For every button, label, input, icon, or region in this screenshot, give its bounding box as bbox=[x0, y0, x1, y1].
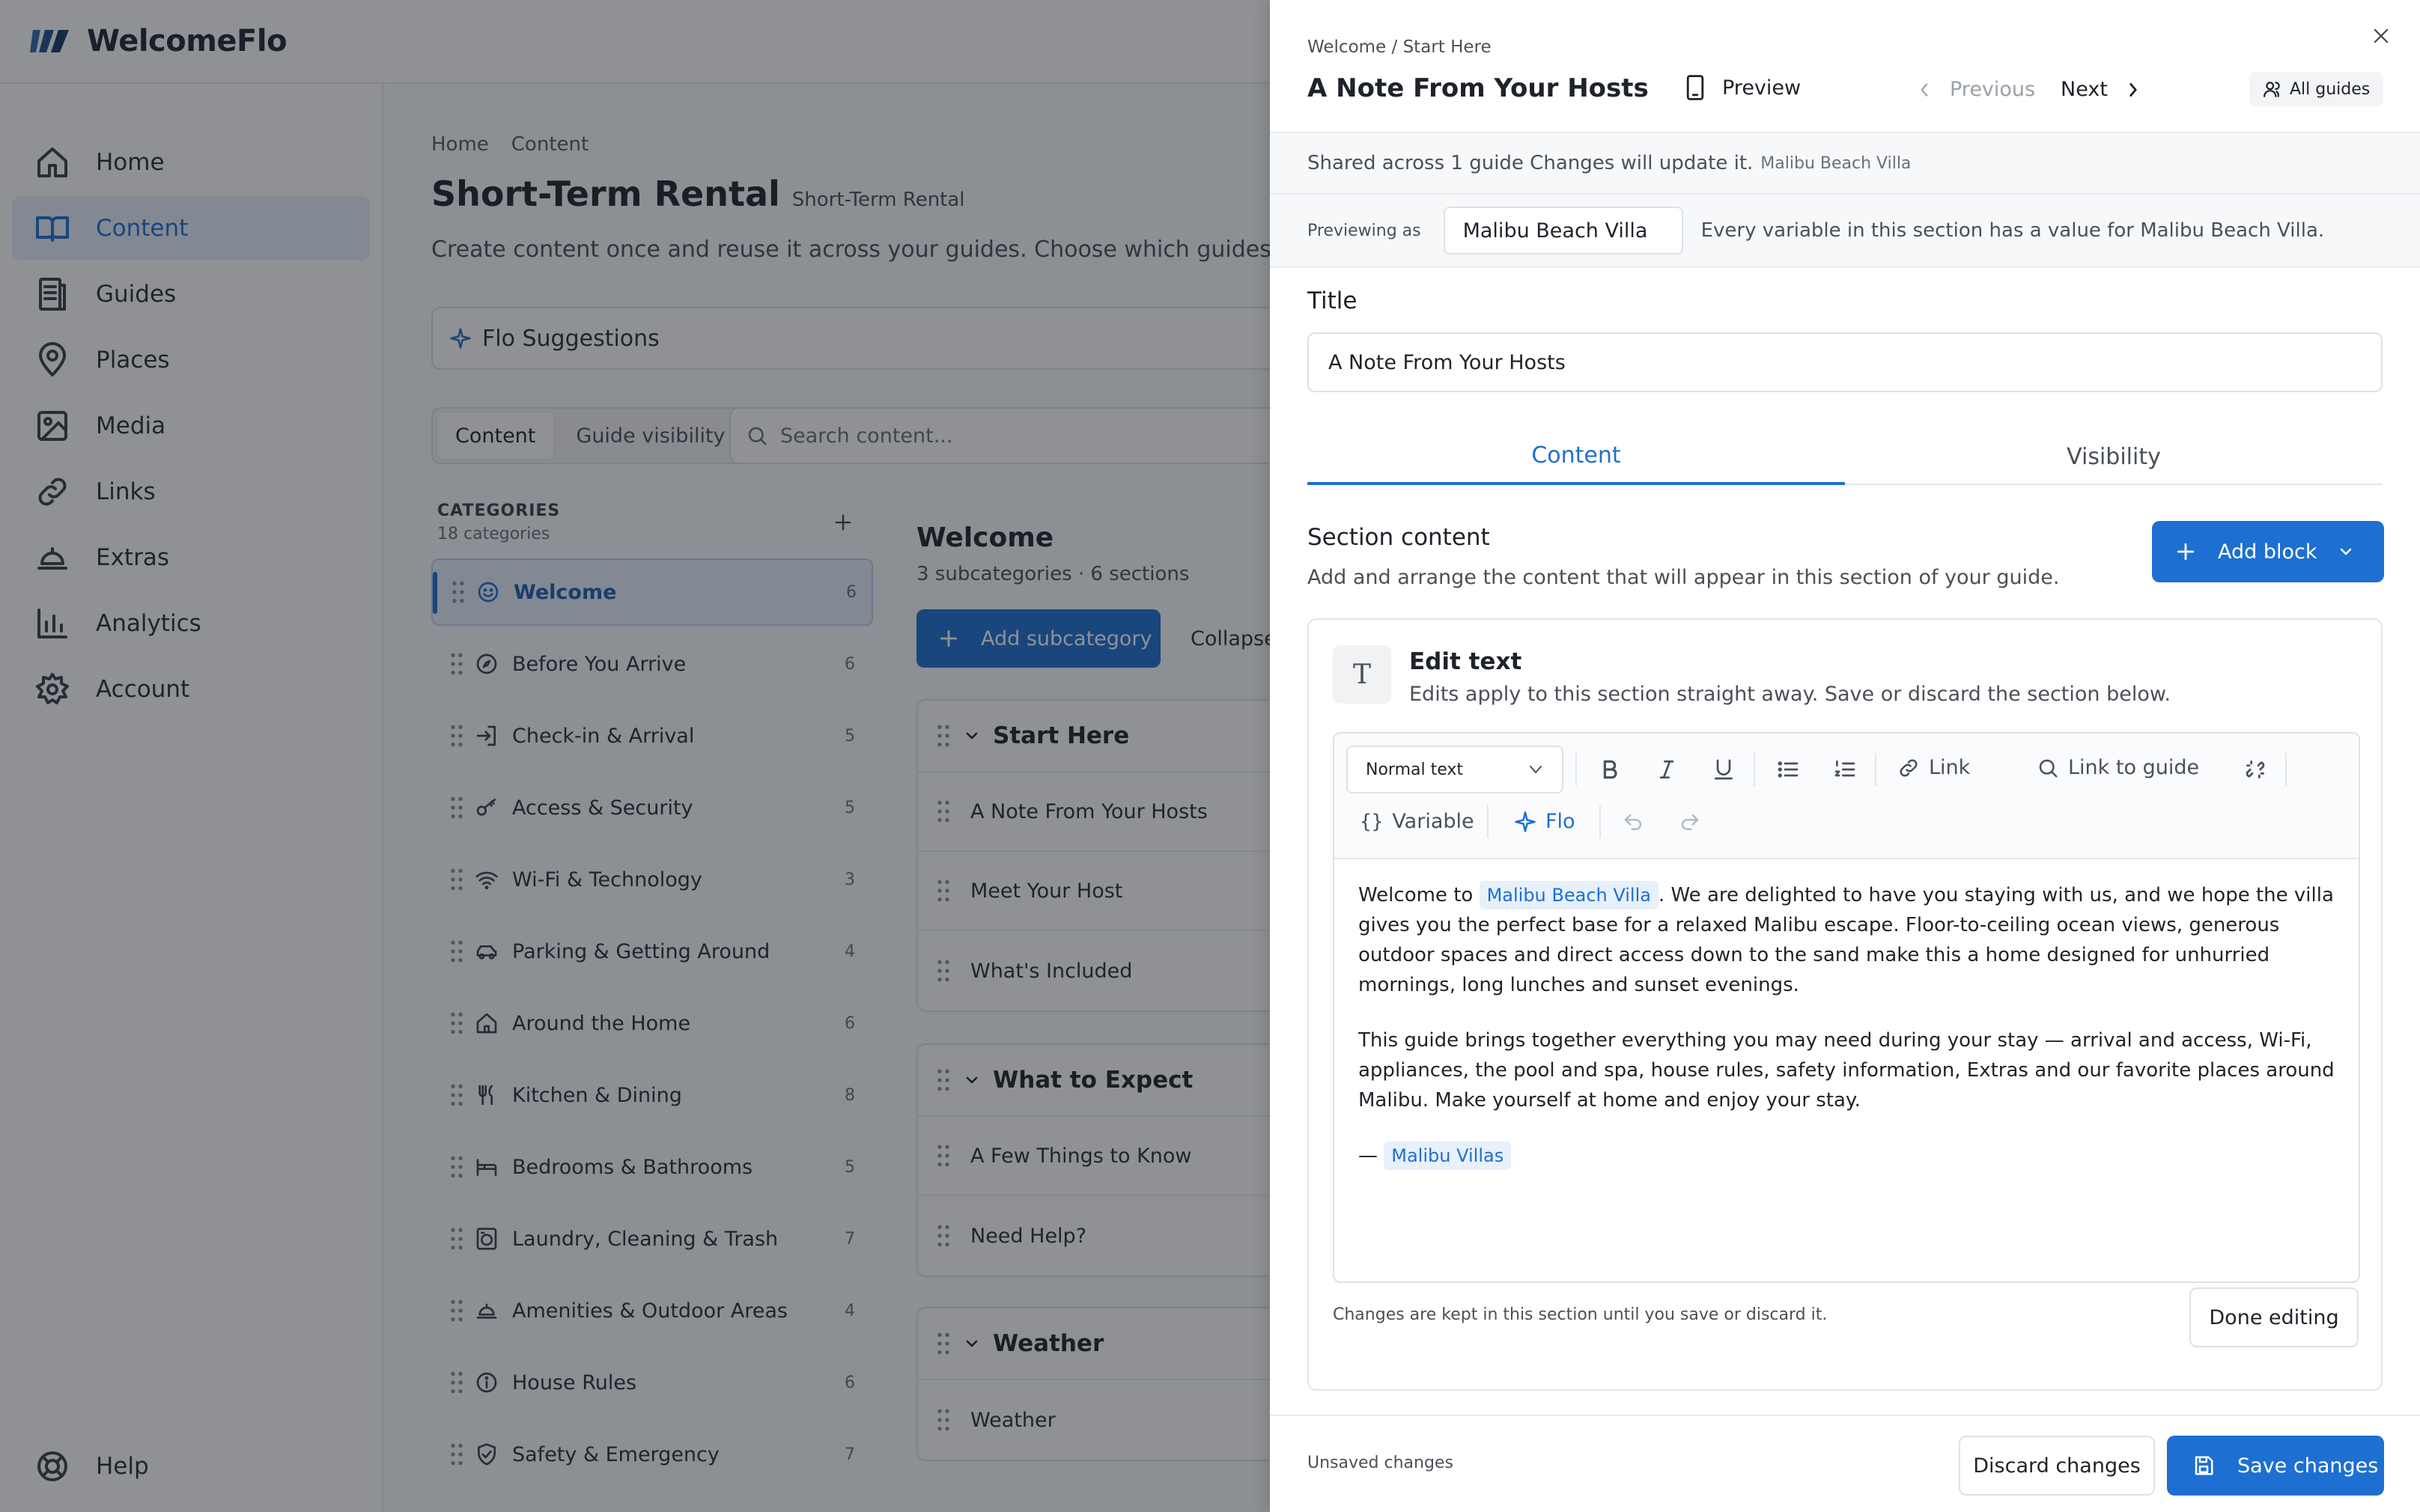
editor-body[interactable]: Welcome to Malibu Beach Villa. We are de… bbox=[1358, 880, 2341, 1196]
bold-icon[interactable] bbox=[1598, 757, 1622, 781]
previewing-as-label: Previewing as bbox=[1307, 221, 1421, 240]
save-changes-button[interactable]: Save changes bbox=[2167, 1436, 2384, 1496]
paragraph-2: This guide brings together everything yo… bbox=[1358, 1029, 2335, 1112]
discard-changes-button[interactable]: Discard changes bbox=[1959, 1436, 2155, 1496]
variable-button[interactable]: {} Variable bbox=[1360, 810, 1474, 833]
drawer-breadcrumb: Welcome / Start Here bbox=[1307, 37, 1492, 57]
close-icon[interactable] bbox=[2371, 25, 2392, 46]
previous-label: Previous bbox=[1950, 78, 2036, 101]
numbered-list-icon[interactable] bbox=[1833, 757, 1857, 781]
text-format-value: Normal text bbox=[1366, 760, 1464, 779]
tab-content[interactable]: Content bbox=[1307, 428, 1845, 485]
preview-label: Preview bbox=[1722, 76, 1802, 100]
redo-icon[interactable] bbox=[1679, 811, 1701, 834]
link-icon bbox=[1900, 758, 1918, 777]
editor-toolbar: Normal text Link Link to guide {} Variab… bbox=[1334, 734, 2359, 859]
toolbar-divider bbox=[1599, 805, 1601, 838]
plus-icon bbox=[2177, 543, 2195, 561]
signature: — Malibu Villas bbox=[1358, 1141, 2341, 1171]
save-changes-label: Save changes bbox=[2237, 1454, 2379, 1478]
paragraph-1: Welcome to Malibu Beach Villa. We are de… bbox=[1358, 880, 2341, 1000]
edit-text-card: T Edit text Edits apply to this section … bbox=[1307, 618, 2383, 1391]
users-icon bbox=[2264, 82, 2280, 97]
shared-guide-name[interactable]: Malibu Beach Villa bbox=[1760, 154, 1911, 173]
drawer-title: A Note From Your Hosts bbox=[1307, 73, 1649, 103]
drawer-footer: Unsaved changes Discard changes Save cha… bbox=[1270, 1415, 2420, 1512]
variable-chip-guide-name[interactable]: Malibu Beach Villa bbox=[1479, 881, 1659, 909]
section-content-heading: Section content bbox=[1307, 524, 1490, 551]
title-label: Title bbox=[1307, 287, 1358, 314]
underline-icon[interactable] bbox=[1712, 757, 1736, 781]
phone-icon bbox=[1686, 75, 1704, 100]
add-block-button[interactable]: Add block bbox=[2152, 521, 2384, 582]
variable-label: Variable bbox=[1392, 810, 1474, 833]
text-format-select[interactable]: Normal text bbox=[1346, 746, 1563, 793]
chevron-right-icon bbox=[2129, 82, 2137, 97]
previous-button[interactable]: Previous bbox=[1917, 78, 2035, 101]
bullet-list-icon[interactable] bbox=[1776, 757, 1800, 781]
shared-note: Shared across 1 guide Changes will updat… bbox=[1307, 152, 1754, 174]
p1-text-start: Welcome to bbox=[1358, 884, 1474, 906]
link-label: Link bbox=[1929, 756, 1971, 779]
unlink-icon[interactable] bbox=[2243, 757, 2267, 781]
variable-status: Every variable in this section has a val… bbox=[1700, 219, 2325, 242]
rich-text-editor: Normal text Link Link to guide {} Variab… bbox=[1333, 732, 2360, 1283]
toolbar-divider bbox=[2285, 753, 2287, 786]
sparkle-icon bbox=[1515, 811, 1536, 832]
undo-icon[interactable] bbox=[1622, 811, 1644, 834]
add-block-label: Add block bbox=[2218, 540, 2317, 564]
flo-button[interactable]: Flo bbox=[1514, 810, 1575, 833]
previewing-as-bar: Previewing as Malibu Beach Villa Every v… bbox=[1270, 195, 2420, 268]
done-editing-button[interactable]: Done editing bbox=[2189, 1287, 2359, 1347]
signature-dash: — bbox=[1358, 1144, 1378, 1167]
save-icon bbox=[2195, 1456, 2213, 1475]
toolbar-divider bbox=[1575, 753, 1577, 786]
section-content-description: Add and arrange the content that will ap… bbox=[1307, 566, 2060, 589]
all-guides-label: All guides bbox=[2290, 79, 2371, 99]
link-to-guide-button[interactable]: Link to guide bbox=[2037, 756, 2199, 779]
previewing-as-select[interactable]: Malibu Beach Villa bbox=[1443, 207, 1683, 254]
chevron-down-icon bbox=[1530, 766, 1542, 773]
chevron-left-icon bbox=[1921, 82, 1928, 97]
next-button[interactable]: Next bbox=[2061, 78, 2141, 101]
tab-visibility[interactable]: Visibility bbox=[1845, 428, 2383, 485]
all-guides-button[interactable]: All guides bbox=[2249, 72, 2384, 106]
edit-text-description: Edits apply to this section straight awa… bbox=[1409, 683, 2171, 706]
link-to-guide-label: Link to guide bbox=[2068, 756, 2200, 779]
toolbar-divider bbox=[1875, 753, 1876, 786]
link-button[interactable]: Link bbox=[1897, 756, 1970, 779]
edit-text-title: Edit text bbox=[1409, 648, 1522, 675]
toolbar-divider bbox=[1754, 753, 1755, 786]
title-input[interactable]: A Note From Your Hosts bbox=[1307, 332, 2383, 392]
text-type-icon: T bbox=[1333, 645, 1391, 704]
drawer-tabs: Content Visibility bbox=[1307, 428, 2383, 485]
edit-section-drawer: Welcome / Start Here A Note From Your Ho… bbox=[1270, 0, 2420, 1512]
unsaved-status: Unsaved changes bbox=[1307, 1454, 1453, 1472]
search-icon bbox=[2039, 759, 2058, 777]
editor-footer-note: Changes are kept in this section until y… bbox=[1333, 1305, 1828, 1324]
chevron-down-icon bbox=[2340, 548, 2351, 555]
shared-banner: Shared across 1 guide Changes will updat… bbox=[1270, 132, 2420, 195]
italic-icon[interactable] bbox=[1655, 757, 1679, 781]
toolbar-divider bbox=[1487, 805, 1489, 838]
braces-icon: {} bbox=[1360, 810, 1384, 833]
flo-label: Flo bbox=[1545, 810, 1575, 833]
next-label: Next bbox=[2061, 78, 2108, 101]
preview-button[interactable]: Preview bbox=[1685, 75, 1801, 100]
variable-chip-host-name[interactable]: Malibu Villas bbox=[1384, 1141, 1512, 1170]
